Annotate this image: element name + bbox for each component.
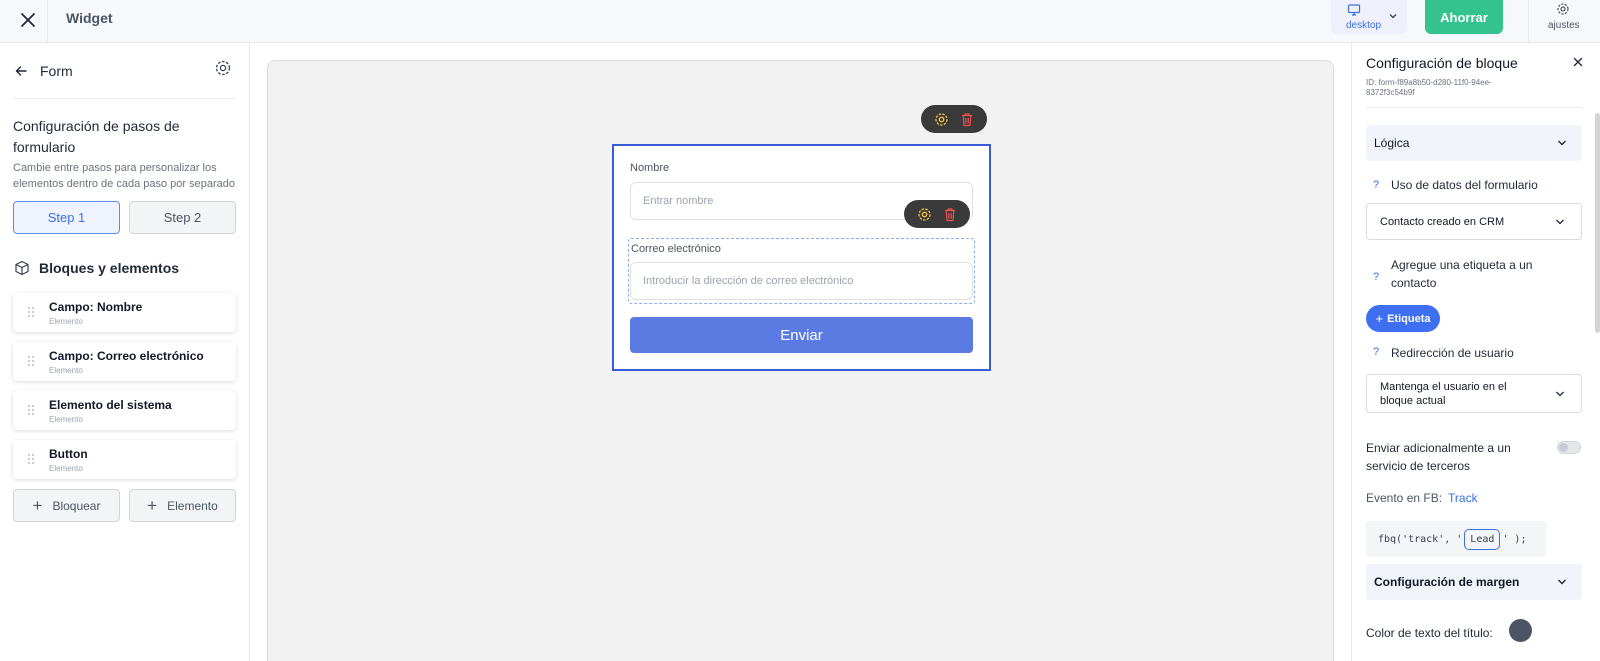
settings-button[interactable]: ajustes [1540,0,1586,43]
scrollbar[interactable] [1595,113,1600,333]
step-1-button[interactable]: Step 1 [13,201,120,234]
block-item[interactable]: Elemento del sistema Elemento [13,391,236,430]
step-2-button[interactable]: Step 2 [129,201,236,234]
block-title: Elemento del sistema [49,398,172,412]
fb-event-link[interactable]: Track [1448,491,1478,505]
block-subtitle: Elemento [49,415,83,424]
blocks-heading-label: Bloques y elementos [39,260,180,276]
settings-label: ajustes [1548,20,1580,31]
drag-handle-icon[interactable] [27,453,35,465]
gear-icon[interactable] [934,112,949,127]
drag-handle-icon[interactable] [27,404,35,416]
gear-icon[interactable] [214,59,232,77]
divider [13,98,236,99]
plus-icon: + [147,495,158,515]
chevron-down-icon [1556,219,1564,225]
steps-heading: Configuración de pasos de formulario [13,118,180,155]
gear-icon[interactable] [917,207,932,222]
chevron-down-icon [1388,11,1398,21]
block-item[interactable]: Campo: Correo electrónico Elemento [13,342,236,381]
title-color-swatch[interactable] [1509,619,1532,642]
form-toolbar [921,105,987,133]
back-button[interactable]: Form [14,63,73,79]
right-panel: Configuración de bloque ID: form-f89a8b5… [1351,43,1600,661]
fb-code-snippet: fbq('track', ' Lead ' ); [1366,521,1546,557]
submit-button[interactable]: Enviar [630,317,973,353]
add-tag-label: Etiqueta [1387,312,1431,325]
divider [1366,107,1582,108]
email-input[interactable] [630,262,973,300]
field-toolbar [904,200,970,228]
plus-icon: + [1375,311,1384,326]
redirect-value: Mantenga el usuario en el bloque actual [1380,381,1507,407]
panel-title: Configuración de bloque [1366,55,1518,71]
form-block[interactable]: Nombre Correo electrónico Enviar [612,144,991,371]
monitor-icon [1347,3,1361,17]
redirect-label: Redirección de usuario [1391,346,1514,360]
margin-section-label: Configuración de margen [1374,575,1520,589]
device-label: desktop [1346,20,1382,31]
toggle-knob [1559,443,1568,452]
add-block-button[interactable]: + Bloquear [13,489,120,522]
top-bar: Widget desktop Ahorrar ajustes [0,0,1600,43]
block-title: Campo: Correo electrónico [49,349,204,363]
add-element-button[interactable]: + Elemento [129,489,236,522]
back-label: Form [40,63,73,79]
title-color-label: Color de texto del título: [1366,626,1493,640]
tag-label: Agregue una etiqueta a un contacto [1391,258,1533,290]
form-data-label: Uso de datos del formulario [1391,178,1538,192]
block-item[interactable]: Button Elemento [13,440,236,479]
add-tag-button[interactable]: + Etiqueta [1366,305,1440,332]
save-button[interactable]: Ahorrar [1425,0,1503,34]
block-id: ID: form-f89a8b50-d280-11f0-94ee-8372f3c… [1366,78,1492,97]
block-title: Campo: Nombre [49,300,143,314]
gear-icon [1556,2,1570,16]
block-item[interactable]: Campo: Nombre Elemento [13,293,236,332]
arrow-left-icon [15,66,27,76]
fb-event-label: Evento en FB: [1366,491,1443,505]
fb-event-row: Evento en FB: Track [1366,491,1478,505]
block-subtitle: Elemento [49,464,83,473]
cube-icon [15,260,29,276]
fb-event-input[interactable]: Lead [1464,528,1501,550]
help-icon[interactable]: ? [1373,346,1379,358]
divider [47,0,48,43]
code-prefix: fbq('track', ' [1378,533,1463,545]
email-label: Correo electrónico [631,243,721,255]
close-icon[interactable] [1573,57,1583,67]
trash-icon[interactable] [943,207,957,222]
logic-section-label: Lógica [1374,136,1410,150]
steps-description: Cambie entre pasos para personalizar los… [13,162,235,190]
code-suffix: ' ); [1502,533,1527,545]
page-title: Widget [66,10,113,26]
close-icon[interactable] [14,6,42,34]
chevron-down-icon [1558,140,1566,146]
trash-icon[interactable] [960,112,974,127]
margin-section-header[interactable]: Configuración de margen [1366,564,1582,600]
email-field-wrapper[interactable]: Correo electrónico [628,238,975,304]
help-icon[interactable]: ? [1373,179,1379,191]
form-data-select[interactable]: Contacto creado en CRM [1366,203,1582,240]
block-subtitle: Elemento [49,317,83,326]
logic-section-header[interactable]: Lógica [1366,125,1582,161]
third-party-toggle[interactable] [1557,441,1581,454]
chevron-down-icon [1556,391,1564,397]
plus-icon: + [32,495,43,515]
blocks-heading: Bloques y elementos [14,260,179,276]
device-selector[interactable]: desktop [1331,0,1407,34]
divider [1528,0,1529,43]
redirect-select[interactable]: Mantenga el usuario en el bloque actual [1366,374,1582,413]
left-panel: Form Configuración de pasos de formulari… [0,43,250,661]
add-block-label: Bloquear [52,498,101,513]
drag-handle-icon[interactable] [27,306,35,318]
block-title: Button [49,447,88,461]
drag-handle-icon[interactable] [27,355,35,367]
add-element-label: Elemento [167,498,218,513]
block-subtitle: Elemento [49,366,83,375]
help-icon[interactable]: ? [1373,271,1379,283]
third-party-label: Enviar adicionalmente a un servicio de t… [1366,441,1511,473]
chevron-down-icon [1558,579,1566,585]
name-label: Nombre [630,162,670,174]
form-data-value: Contacto creado en CRM [1380,216,1505,228]
